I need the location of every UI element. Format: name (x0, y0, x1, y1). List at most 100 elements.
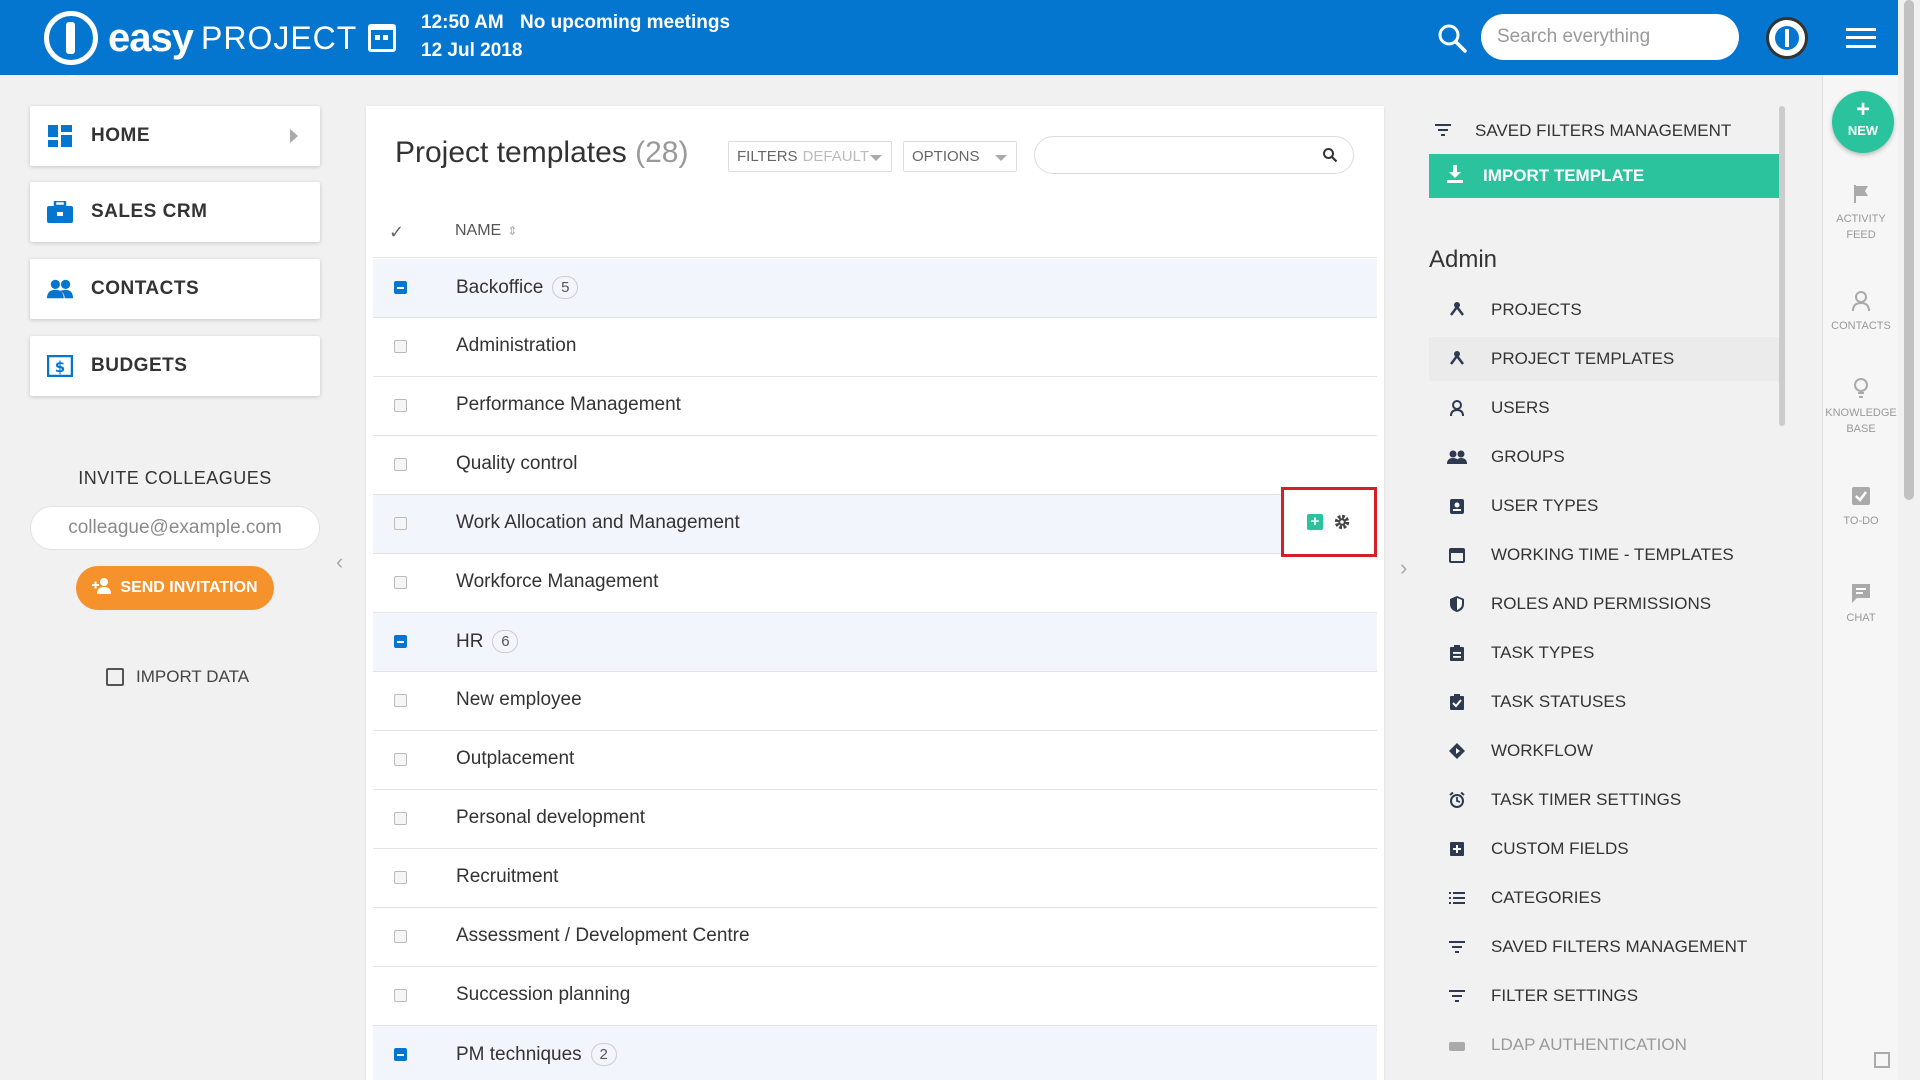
nav-item-budgets[interactable]: $ BUDGETS (30, 336, 320, 396)
row-name[interactable]: Assessment / Development Centre (456, 925, 750, 947)
rail-item-activity-feed[interactable]: ACTIVITY FEED (1823, 183, 1899, 243)
search-icon[interactable] (1322, 147, 1338, 163)
admin-item-user-types[interactable]: USER TYPES (1429, 484, 1779, 528)
table-group-row[interactable]: PM techniques 2 (373, 1026, 1377, 1080)
admin-item-saved-filters-management[interactable]: SAVED FILTERS MANAGEMENT (1429, 925, 1779, 969)
table-row[interactable]: Personal development (373, 790, 1377, 849)
table-group-row[interactable]: HR 6 (373, 613, 1377, 672)
admin-item-custom-fields[interactable]: CUSTOM FIELDS (1429, 827, 1779, 871)
table-row[interactable]: Succession planning (373, 967, 1377, 1026)
admin-item-label: USER TYPES (1491, 496, 1599, 515)
admin-item-roles-permissions[interactable]: ROLES AND PERMISSIONS (1429, 582, 1779, 626)
admin-item-task-types[interactable]: TASK TYPES (1429, 631, 1779, 675)
import-template-button[interactable]: IMPORT TEMPLATE (1429, 154, 1779, 198)
caret-right-icon (290, 129, 298, 143)
admin-panel-scrollbar[interactable] (1779, 106, 1785, 426)
options-dropdown[interactable]: OPTIONS (903, 141, 1017, 172)
logo[interactable]: easy PROJECT (44, 11, 357, 65)
rail-item-knowledge-base[interactable]: KNOWLEDGE BASE (1823, 377, 1899, 437)
group-count-badge: 6 (492, 630, 519, 653)
row-name[interactable]: New employee (456, 689, 582, 711)
row-checkbox[interactable] (394, 871, 407, 884)
table-row[interactable]: Workforce Management (373, 554, 1377, 613)
invite-email-field[interactable] (30, 506, 320, 550)
rail-item-chat[interactable]: CHAT (1823, 582, 1899, 626)
filters-dropdown[interactable]: FILTERS DEFAULT (728, 141, 892, 172)
row-name[interactable]: Administration (456, 335, 576, 357)
group-checkbox[interactable] (394, 635, 407, 648)
admin-item-label: USERS (1491, 398, 1550, 417)
table-row[interactable]: Assessment / Development Centre (373, 908, 1377, 967)
table-row[interactable]: Work Allocation and Management + (373, 487, 1377, 557)
create-project-icon[interactable]: + (1307, 514, 1323, 530)
row-checkbox[interactable] (394, 989, 407, 1002)
table-row[interactable]: Outplacement (373, 731, 1377, 790)
options-label: OPTIONS (912, 148, 980, 165)
row-checkbox[interactable] (394, 812, 407, 825)
group-checkbox[interactable] (394, 1048, 407, 1061)
table-row[interactable]: Recruitment (373, 849, 1377, 908)
admin-item-project-templates[interactable]: PROJECT TEMPLATES (1429, 337, 1779, 381)
rail-item-contacts[interactable]: CONTACTS (1823, 290, 1899, 334)
row-name[interactable]: Personal development (456, 807, 645, 829)
row-checkbox[interactable] (394, 458, 407, 471)
gear-icon[interactable] (1333, 513, 1351, 531)
page-scrollbar[interactable] (1898, 0, 1920, 1080)
send-invitation-button[interactable]: SEND INVITATION (76, 566, 274, 610)
user-avatar[interactable] (1766, 17, 1808, 59)
group-checkbox[interactable] (394, 281, 407, 294)
group-name: Backoffice (456, 277, 544, 298)
list-search-input[interactable] (1034, 136, 1354, 174)
table-group-row[interactable]: Backoffice 5 (373, 259, 1377, 318)
admin-item-task-statuses[interactable]: TASK STATUSES (1429, 680, 1779, 724)
global-search-input[interactable] (1481, 14, 1739, 60)
column-header-name[interactable]: NAME ⇕ (455, 222, 517, 240)
nav-item-home[interactable]: HOME (30, 106, 320, 166)
rail-item-to-do[interactable]: TO-DO (1823, 485, 1899, 529)
row-name[interactable]: Performance Management (456, 394, 681, 416)
table-row[interactable]: Quality control (373, 436, 1377, 495)
admin-item-label: CATEGORIES (1491, 888, 1602, 907)
expand-right-panel-icon[interactable]: › (1400, 555, 1407, 581)
row-checkbox[interactable] (394, 399, 407, 412)
new-button[interactable]: + NEW (1832, 91, 1894, 153)
admin-item-categories[interactable]: CATEGORIES (1429, 876, 1779, 920)
admin-item-task-timer-settings[interactable]: TASK TIMER SETTINGS (1429, 778, 1779, 822)
admin-item-workflow[interactable]: WORKFLOW (1429, 729, 1779, 773)
table-row[interactable]: New employee (373, 672, 1377, 731)
admin-item-ldap-authentication[interactable]: LDAP AUTHENTICATION (1429, 1023, 1779, 1067)
logo-easy-text: easy (108, 15, 194, 60)
page-scrollbar-thumb[interactable] (1904, 0, 1914, 500)
nav-item-contacts[interactable]: CONTACTS (30, 259, 320, 319)
row-name[interactable]: Work Allocation and Management (456, 512, 740, 534)
saved-filters-management-link[interactable]: SAVED FILTERS MANAGEMENT (1435, 116, 1731, 146)
row-name[interactable]: Quality control (456, 453, 577, 475)
select-all-checkmark-icon[interactable]: ✓ (389, 222, 404, 243)
table-row[interactable]: Performance Management (373, 377, 1377, 436)
row-name[interactable]: Recruitment (456, 866, 558, 888)
fullscreen-icon[interactable] (1874, 1052, 1890, 1068)
admin-item-groups[interactable]: GROUPS (1429, 435, 1779, 479)
row-checkbox[interactable] (394, 517, 407, 530)
menu-icon[interactable] (1846, 28, 1876, 48)
filters-value: DEFAULT (802, 148, 869, 165)
row-name[interactable]: Succession planning (456, 984, 630, 1006)
upcoming-meetings[interactable]: No upcoming meetings (520, 12, 730, 34)
row-checkbox[interactable] (394, 694, 407, 707)
row-checkbox[interactable] (394, 340, 407, 353)
row-checkbox[interactable] (394, 753, 407, 766)
admin-item-filter-settings[interactable]: FILTER SETTINGS (1429, 974, 1779, 1018)
import-data-link[interactable]: IMPORT DATA (106, 667, 249, 687)
search-icon[interactable] (1437, 23, 1467, 53)
admin-item-working-time-templates[interactable]: WORKING TIME - TEMPLATES (1429, 533, 1779, 577)
row-checkbox[interactable] (394, 576, 407, 589)
table-row[interactable]: Administration (373, 318, 1377, 377)
admin-item-projects[interactable]: PROJECTS (1429, 288, 1779, 332)
row-name[interactable]: Workforce Management (456, 571, 658, 593)
row-checkbox[interactable] (394, 930, 407, 943)
row-name[interactable]: Outplacement (456, 748, 574, 770)
admin-item-users[interactable]: USERS (1429, 386, 1779, 430)
calendar-icon[interactable] (368, 24, 396, 52)
collapse-left-sidebar-icon[interactable]: ‹ (336, 549, 343, 575)
nav-item-sales-crm[interactable]: SALES CRM (30, 182, 320, 242)
